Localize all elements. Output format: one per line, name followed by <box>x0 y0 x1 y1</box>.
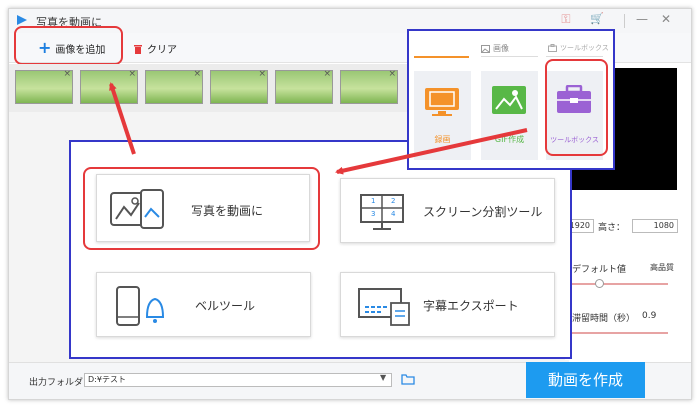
arrow-to-add <box>109 82 136 155</box>
arrow-to-photo-tool <box>335 128 528 175</box>
annotation-arrows <box>109 82 528 175</box>
